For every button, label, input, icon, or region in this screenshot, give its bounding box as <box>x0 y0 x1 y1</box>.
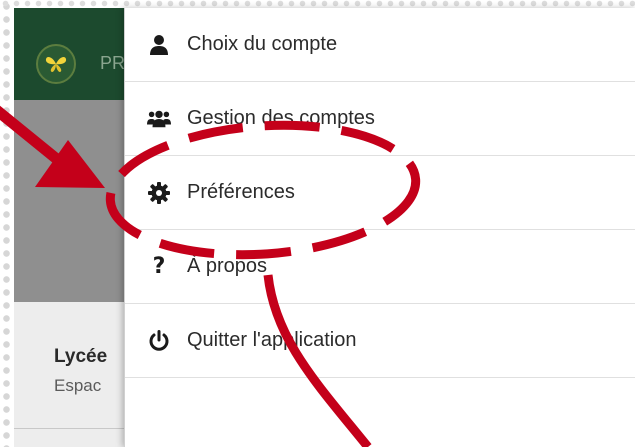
menu-item-label: À propos <box>187 255 268 277</box>
menu-item-label: Quitter l'application <box>187 329 357 351</box>
divider <box>14 428 134 429</box>
menu-item-gestion-des-comptes[interactable]: Gestion des comptes <box>125 82 635 156</box>
menu-item-preferences[interactable]: Préférences <box>125 156 635 230</box>
users-icon <box>147 107 171 131</box>
menu-item-quitter[interactable]: Quitter l'application <box>125 304 635 378</box>
menu-item-label: Préférences <box>187 181 295 203</box>
menu-item-label: Choix du compte <box>187 33 338 55</box>
menu-item-choix-du-compte[interactable]: Choix du compte <box>125 8 635 82</box>
app-title: PR <box>100 53 126 73</box>
gear-icon <box>147 181 171 205</box>
menu-item-a-propos[interactable]: ? À propos <box>125 230 635 304</box>
page-frame-left <box>0 0 14 447</box>
user-icon <box>147 33 171 57</box>
page-frame-top <box>0 0 635 8</box>
butterfly-logo-icon <box>36 44 76 84</box>
overflow-menu: Choix du compte Gestion des comptes Préf… <box>124 8 635 447</box>
school-name: Lycée <box>54 346 108 367</box>
menu-item-label: Gestion des comptes <box>187 107 375 129</box>
school-card: Lycée Espac <box>14 302 134 447</box>
app-header: PR <box>14 8 134 100</box>
background-app: PR Lycée Espac <box>14 8 134 447</box>
power-icon <box>147 329 171 353</box>
question-icon: ? <box>152 254 166 279</box>
school-subtitle: Espac <box>54 376 102 395</box>
